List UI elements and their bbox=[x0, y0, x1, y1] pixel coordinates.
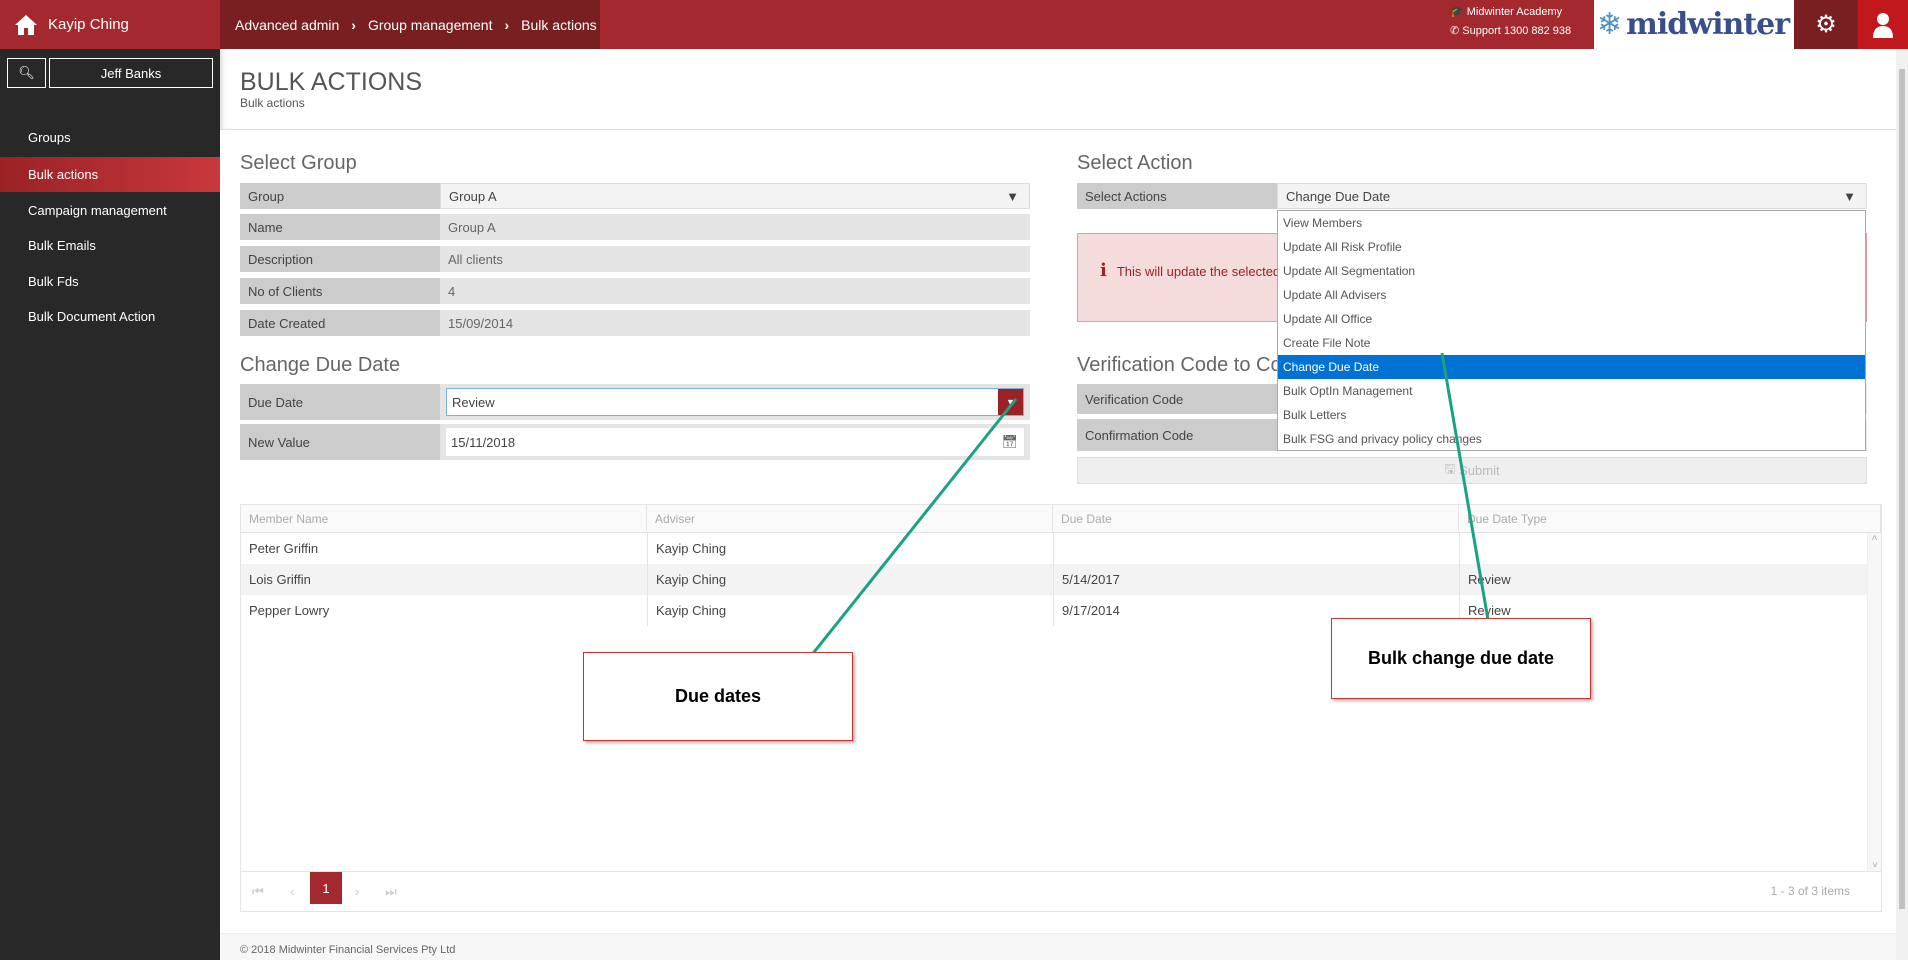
annotation-arrows bbox=[789, 352, 1499, 682]
arrow-due-dates bbox=[789, 398, 1018, 682]
annotation-due-dates: Due dates bbox=[583, 652, 853, 741]
annotation-bulk-change: Bulk change due date bbox=[1331, 618, 1591, 699]
